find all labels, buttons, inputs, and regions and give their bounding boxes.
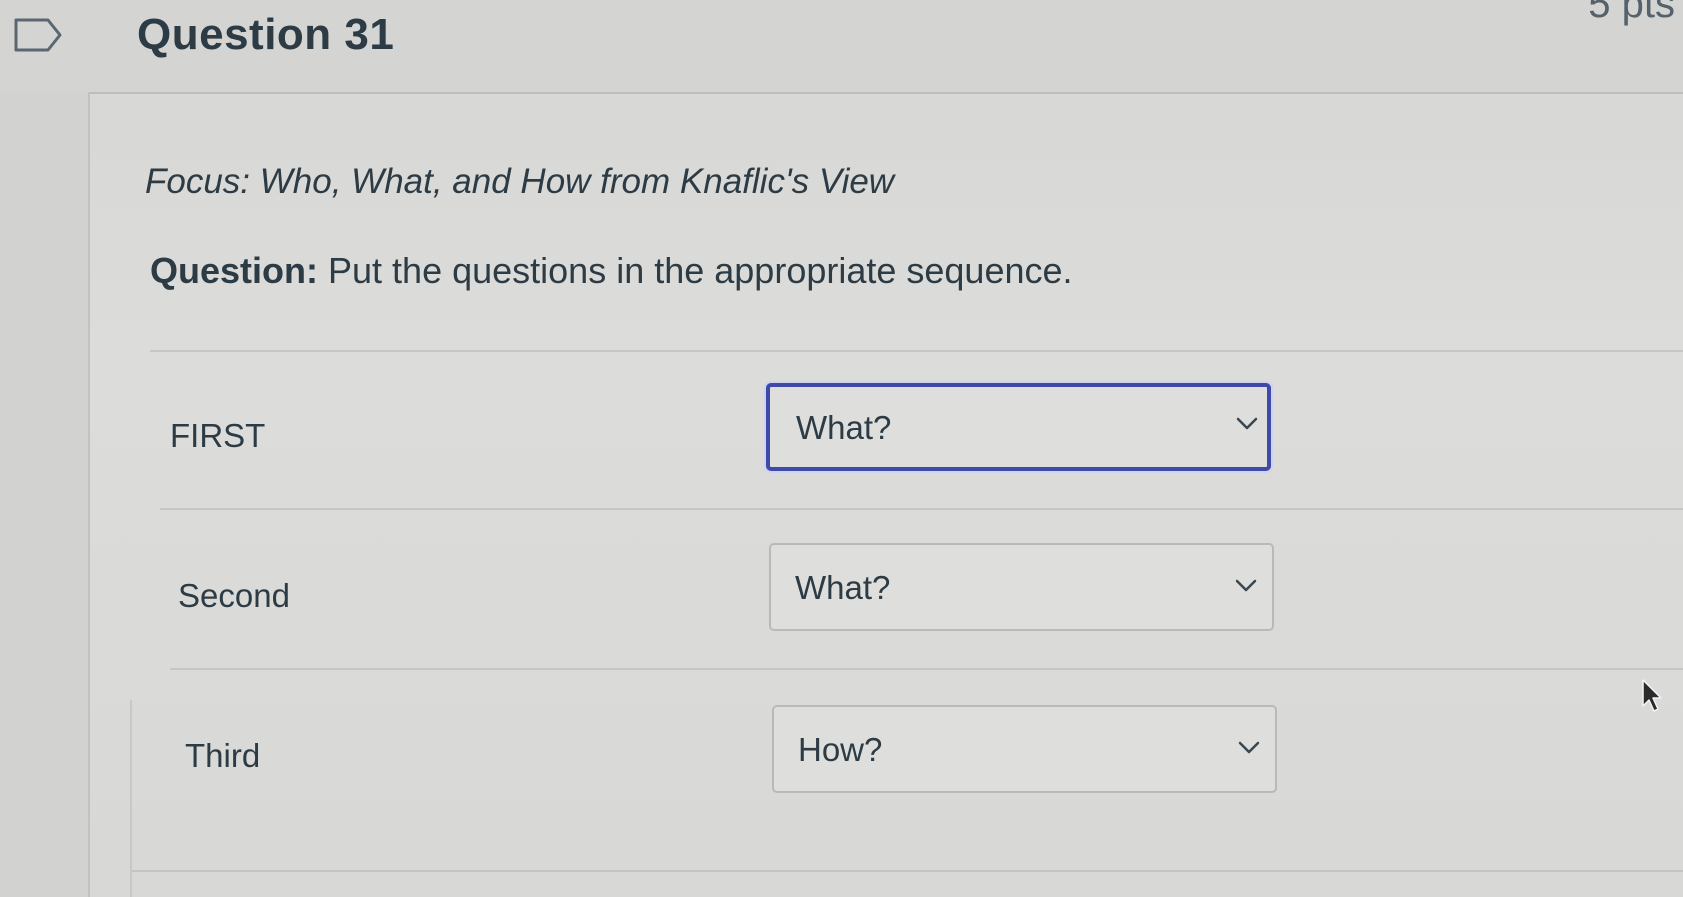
answer-select-first[interactable]: What? <box>766 383 1271 471</box>
select-value-second: What? <box>795 569 891 606</box>
points-value: 5 pts <box>1588 0 1675 26</box>
divider-top <box>150 350 1683 352</box>
question-body: Put the questions in the appropriate seq… <box>318 250 1073 291</box>
content-bottom-edge <box>132 870 1683 872</box>
focus-text: Focus: Who, What, and How from Knaflic's… <box>145 162 895 201</box>
question-prefix: Question: <box>150 250 318 291</box>
row-label-first: FIRST <box>170 417 266 454</box>
chevron-down-icon <box>1238 741 1260 754</box>
mouse-pointer-icon <box>1642 679 1662 712</box>
chevron-down-icon <box>1235 579 1257 592</box>
answer-select-third[interactable]: How? <box>772 705 1277 793</box>
flag-question-icon[interactable] <box>14 18 62 52</box>
quiz-page: Question 31 5 pts Focus: Who, What, and … <box>0 0 1683 897</box>
divider-row-2 <box>170 668 1683 670</box>
divider-row-1 <box>160 508 1683 510</box>
question-title: Question 31 <box>137 10 395 59</box>
question-text: Question: Put the questions in the appro… <box>150 250 1073 292</box>
content-left-edge <box>130 700 132 897</box>
row-label-second: Second <box>178 577 290 614</box>
answer-select-second[interactable]: What? <box>769 543 1274 631</box>
chevron-down-icon <box>1236 417 1258 430</box>
select-value-first: What? <box>796 409 892 446</box>
left-rail <box>0 92 90 897</box>
row-label-third: Third <box>185 737 261 774</box>
question-header: Question 31 5 pts <box>0 0 1683 94</box>
select-value-third: How? <box>798 731 883 768</box>
